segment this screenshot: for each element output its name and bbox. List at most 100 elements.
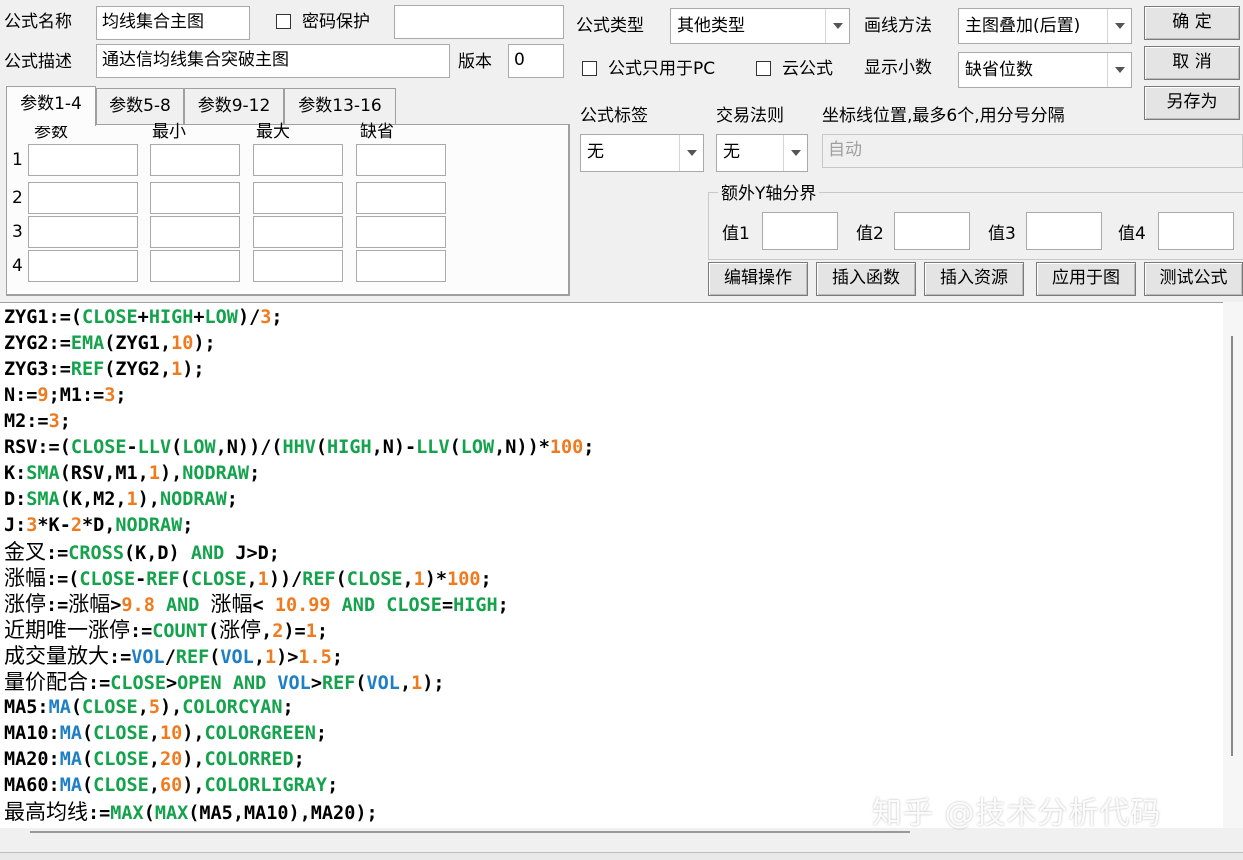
version-input[interactable]: 0 (508, 44, 564, 78)
code-token: NODRAW (159, 489, 227, 510)
decimals-select[interactable]: 缺省位数 (958, 52, 1132, 88)
apply-to-chart-button[interactable]: 应用于图 (1036, 262, 1136, 296)
param-min-input[interactable] (150, 182, 240, 214)
code-token: , (148, 723, 160, 744)
code-token: CLOSE (190, 569, 247, 590)
param-default-input[interactable] (356, 216, 446, 248)
horizontal-scrollbar[interactable] (0, 828, 1243, 860)
param-default-input[interactable] (356, 250, 446, 282)
code-token: 1 (264, 647, 277, 668)
tab-params-9-12[interactable]: 参数9-12 (184, 88, 284, 124)
code-line: 成交量放大:=VOL/REF(VOL,1)>1.5; (4, 643, 594, 669)
code-token: )/ (237, 307, 261, 328)
y-axis-group-title: 额外Y轴分界 (718, 182, 820, 206)
param-min-input[interactable] (150, 250, 240, 282)
param-min-input[interactable] (150, 216, 240, 248)
formula-tag-select[interactable]: 无 (580, 134, 704, 172)
param-default-input[interactable] (356, 182, 446, 214)
formula-desc-input[interactable]: 通达信均线集合突破主图 (96, 44, 450, 78)
param-name-input[interactable] (28, 250, 138, 282)
draw-method-dropdown-button[interactable] (1107, 9, 1131, 43)
code-token: REF (321, 673, 356, 694)
code-token: COUNT (152, 621, 208, 642)
code-token: ))/ (268, 569, 303, 590)
param-max-input[interactable] (253, 216, 343, 248)
param-name-input[interactable] (28, 182, 138, 214)
param-max-input[interactable] (253, 182, 343, 214)
code-token: SMA (26, 463, 60, 484)
param-min-input[interactable] (150, 144, 240, 176)
code-token: NODRAW (115, 515, 183, 536)
code-token: D: (4, 489, 27, 510)
code-token: , (399, 673, 412, 694)
code-token: 1 (148, 463, 160, 484)
code-token: 5 (148, 697, 160, 718)
formula-tag-value: 无 (587, 142, 604, 162)
formula-type-select[interactable]: 其他类型 (670, 8, 850, 44)
draw-method-select[interactable]: 主图叠加(后置) (958, 8, 1132, 44)
code-token: LOW (460, 437, 495, 458)
vertical-scrollbar-thumb[interactable] (1231, 336, 1233, 756)
coord-line-input[interactable]: 自动 (822, 134, 1243, 168)
param-name-input[interactable] (28, 216, 138, 248)
draw-method-value: 主图叠加(后置) (965, 16, 1081, 36)
ok-button[interactable]: 确 定 (1144, 6, 1240, 40)
decimals-value: 缺省位数 (965, 60, 1033, 80)
cloud-checkbox[interactable] (756, 61, 771, 76)
code-token: , (148, 775, 160, 796)
formula-tag-dropdown-button[interactable] (679, 135, 703, 171)
tab-params-13-16[interactable]: 参数13-16 (284, 88, 396, 124)
code-token: + (137, 307, 149, 328)
code-editor[interactable]: ZYG1:=(CLOSE+HIGH+LOW)/3; ZYG2:=EMA(ZYG1,… (0, 302, 1243, 828)
tab-params-5-8[interactable]: 参数5-8 (96, 88, 184, 124)
insert-function-button[interactable]: 插入函数 (816, 262, 916, 296)
edit-ops-button[interactable]: 编辑操作 (708, 262, 808, 296)
code-token: COLORGREEN (204, 723, 316, 744)
vertical-scrollbar[interactable] (1223, 302, 1243, 828)
pc-only-checkbox[interactable] (582, 61, 597, 76)
password-input[interactable] (394, 5, 564, 39)
formula-type-dropdown-button[interactable] (825, 9, 849, 43)
y-value-3-input[interactable] (1026, 212, 1102, 250)
insert-resource-button[interactable]: 插入资源 (924, 262, 1024, 296)
tab-params-1-4[interactable]: 参数1-4 (6, 86, 96, 126)
decimals-dropdown-button[interactable] (1107, 53, 1131, 87)
code-token: ; (182, 515, 194, 536)
save-as-button[interactable]: 另存为 (1144, 86, 1240, 120)
param-default-input[interactable] (356, 144, 446, 176)
formula-name-input[interactable]: 均线集合主图 (96, 6, 250, 40)
cancel-button[interactable]: 取 消 (1144, 46, 1240, 80)
col-default-header: 缺省 (360, 122, 394, 142)
code-token: RSV:=( (4, 437, 71, 458)
code-token: ); (182, 359, 205, 380)
code-token: 涨幅 (210, 592, 253, 616)
code-token: LLV (416, 437, 450, 458)
password-checkbox[interactable] (276, 14, 291, 29)
pc-only-label: 公式只用于PC (608, 59, 716, 79)
code-token: > (110, 595, 122, 616)
test-formula-button[interactable]: 测试公式 (1144, 262, 1243, 296)
code-line: K:SMA(RSV,M1,1),NODRAW; (4, 461, 594, 487)
y-value-1-input[interactable] (762, 212, 838, 250)
code-token: 3 (104, 385, 116, 406)
y-value-4-input[interactable] (1158, 212, 1234, 250)
code-token: K: (4, 463, 27, 484)
code-line: J:3*K-2*D,NODRAW; (4, 513, 594, 539)
param-name-input[interactable] (28, 144, 138, 176)
code-token: ,N)- (371, 437, 417, 458)
y-value-2-input[interactable] (894, 212, 970, 250)
formula-desc-label: 公式描述 (4, 52, 72, 72)
param-max-input[interactable] (253, 144, 343, 176)
trade-rule-select[interactable]: 无 (716, 134, 808, 172)
code-token: , (148, 749, 160, 770)
param-max-input[interactable] (253, 250, 343, 282)
chevron-down-icon (687, 150, 697, 156)
code-token: *K- (37, 515, 71, 536)
code-token: ,N))* (494, 437, 550, 458)
code-token: 10.99 (274, 595, 331, 616)
code-token: < (252, 595, 275, 616)
horizontal-scrollbar-thumb[interactable] (30, 831, 910, 833)
trade-rule-dropdown-button[interactable] (783, 135, 807, 171)
